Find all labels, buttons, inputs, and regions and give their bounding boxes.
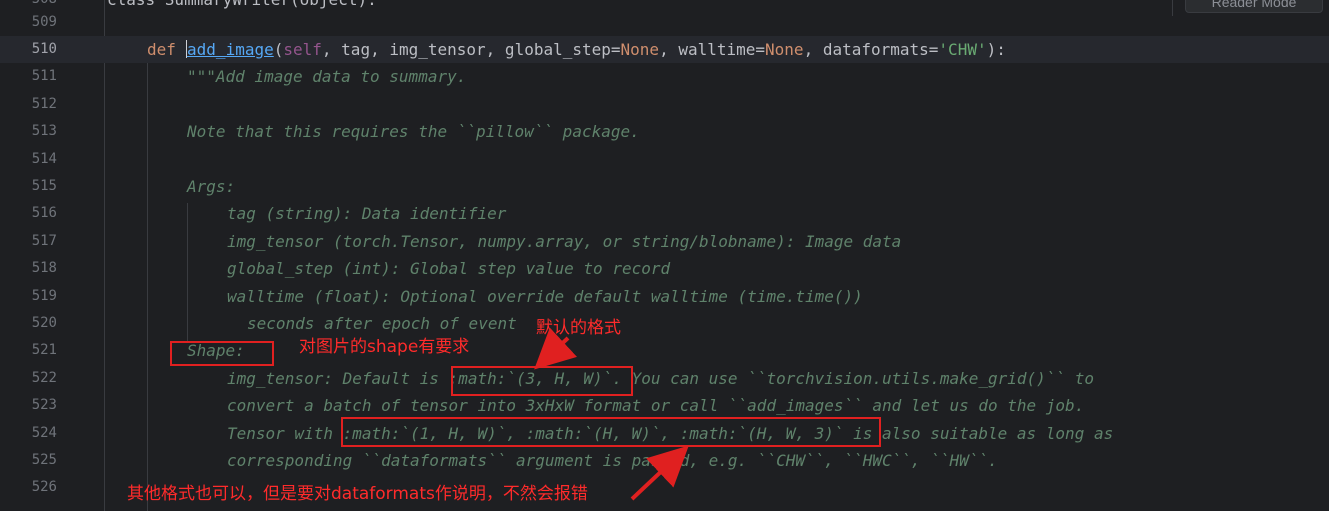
arrow-default-format — [534, 327, 578, 370]
code-editor[interactable]: Reader Mode 508 class SummaryWriter(obje… — [0, 0, 1329, 511]
annotation-arrows — [534, 327, 689, 501]
arrow-other-formats — [630, 445, 689, 501]
